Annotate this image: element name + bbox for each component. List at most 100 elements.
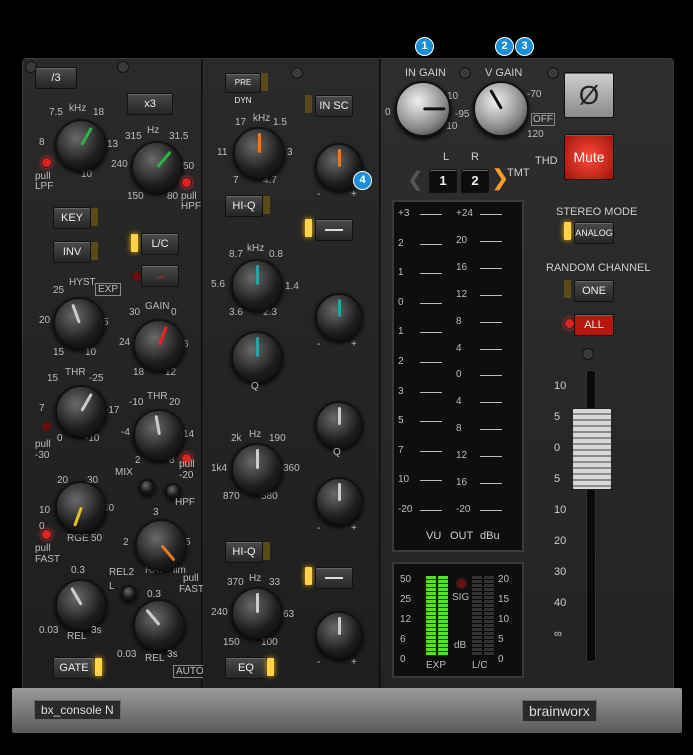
random-channel-label: RANDOM CHANNEL [546, 262, 651, 274]
vu-right-tick-label: 4 [456, 396, 462, 408]
v-gain-knob[interactable] [473, 81, 529, 137]
channel-1-button[interactable]: 1 [429, 169, 457, 193]
gr-lc-label: L/C [472, 660, 488, 671]
eq-button[interactable]: EQ [225, 657, 267, 679]
b3-freq-knob[interactable] [231, 443, 283, 495]
mute-button[interactable]: Mute [564, 134, 614, 180]
b2-gain-knob[interactable] [315, 293, 363, 341]
phase-button[interactable]: Ø [564, 72, 614, 118]
fader-cap[interactable] [572, 408, 612, 490]
thr1-label-6: 0 [57, 433, 63, 444]
lc-meter-bar [472, 576, 482, 656]
rge-knob[interactable] [55, 481, 107, 533]
one-led [564, 280, 571, 298]
left-channel-label: L [443, 151, 450, 163]
all-button[interactable]: ALL [574, 314, 614, 336]
b4-label-3: 33 [269, 577, 281, 588]
hyst-knob[interactable] [53, 297, 105, 349]
vu-right-tick [480, 294, 502, 296]
gr-left-tick-label: 25 [400, 594, 412, 605]
v-gain-120: 120 [527, 129, 544, 140]
gate-button[interactable]: GATE [53, 657, 95, 679]
fader-scale-label: 20 [554, 535, 567, 547]
thr2-label-3: 20 [169, 397, 181, 408]
b2-freq-knob[interactable] [231, 259, 283, 311]
vu-right-tick [480, 214, 502, 215]
vu-left-tick [420, 332, 442, 334]
div3-button[interactable]: /3 [35, 67, 77, 89]
b1-freq-knob[interactable] [233, 127, 285, 179]
filter-shape-button[interactable] [315, 219, 353, 241]
screw-icon [117, 61, 129, 73]
pre-dyn-button[interactable]: PRE DYN [225, 73, 261, 105]
rel2-l-label: L [109, 581, 115, 592]
vu-left-tick [420, 214, 442, 215]
vu-left-tick [420, 302, 442, 304]
hi-q2-button[interactable]: HI-Q [225, 541, 263, 563]
key-button[interactable]: KEY [53, 207, 91, 229]
rel1-knob[interactable] [55, 579, 107, 631]
b3-gain-knob[interactable] [315, 401, 363, 449]
rat-pull-label: pull [183, 573, 199, 584]
vu-right-tick-label: 12 [456, 450, 468, 462]
b2-q-knob[interactable] [231, 331, 283, 383]
vu-left-tick-label: -20 [398, 504, 413, 515]
b2-plus-label: + [351, 339, 357, 350]
hpf-label-3: 31.5 [169, 131, 189, 142]
callout-4: 4 [353, 171, 372, 190]
vu-meter: +3 2 1 0 1 2 3 5 7 10 -20 +24 20 16 12 8 4 0 4 8 12 16 -20 VU… [392, 200, 524, 552]
rge-label-7: 50 [91, 533, 103, 544]
one-button[interactable]: ONE [574, 280, 614, 302]
vu-left-tick-label: 1 [398, 326, 404, 338]
gate-led [95, 658, 102, 676]
b3-label-2: Hz [249, 429, 262, 440]
gr-right-tick-label: 10 [498, 614, 510, 625]
db-label: dB [454, 640, 467, 651]
thr2-knob[interactable] [133, 409, 185, 461]
lpf-label-2: kHz [69, 103, 87, 114]
fader-scale-label: 40 [554, 597, 567, 609]
auto-label: AUTO [173, 665, 207, 678]
gr-right-tick-label: 15 [498, 594, 510, 605]
mix-knob[interactable] [139, 479, 155, 495]
sidechain-listen-button[interactable]: → [141, 265, 179, 287]
rge-pull-label: pull [35, 543, 51, 554]
rat-knob[interactable] [135, 519, 187, 571]
hpf-knob[interactable] [131, 141, 183, 193]
dynamics-strip: /3 x3 7.5 kHz 18 8 13 10 pull LPF 315 Hz… [23, 59, 207, 689]
hi-q1-button[interactable]: HI-Q [225, 195, 263, 217]
lpf-knob[interactable] [55, 119, 107, 171]
b4-gain-knob[interactable] [315, 611, 363, 659]
rel2-select-knob[interactable] [121, 585, 137, 601]
thr1-label-1: 15 [47, 373, 59, 384]
vu-right-tick [480, 483, 502, 485]
chevron-left-icon[interactable]: ❮ [407, 169, 424, 191]
gain-knob[interactable] [133, 319, 185, 371]
b2-q-label: Q [251, 381, 259, 392]
screw-icon [582, 348, 594, 360]
in-gain-knob[interactable] [395, 81, 451, 137]
lc-button[interactable]: L/C [141, 233, 179, 255]
thr1-knob[interactable] [55, 385, 107, 437]
x3-button[interactable]: x3 [127, 93, 173, 115]
b2-label-6: 3.6 [229, 307, 243, 318]
v-gain-minus70: -70 [527, 89, 542, 100]
fader-scale-label: 5 [554, 411, 561, 423]
sig-led [456, 578, 467, 589]
b1-label-3: 1.5 [273, 117, 287, 128]
in-sc-button[interactable]: IN SC [315, 95, 353, 117]
b3-q-knob[interactable] [315, 477, 363, 525]
chevron-right-icon[interactable]: ❯ [491, 167, 509, 189]
rel2-label: REL2 [109, 567, 135, 578]
rel2-knob[interactable] [133, 599, 185, 651]
filter-shape2-button[interactable] [315, 567, 353, 589]
inv-button[interactable]: INV [53, 241, 91, 263]
channel-2-button[interactable]: 2 [461, 169, 489, 193]
vu-left-tick-label: 1 [398, 267, 404, 279]
sig-label: SIG [452, 592, 470, 603]
b4-plus-label: + [351, 657, 357, 668]
b1-minus-label: - [317, 189, 321, 200]
analog-button[interactable]: ANALOG [574, 222, 614, 244]
b4-label-5: 63 [283, 609, 295, 620]
b4-freq-knob[interactable] [231, 587, 283, 639]
